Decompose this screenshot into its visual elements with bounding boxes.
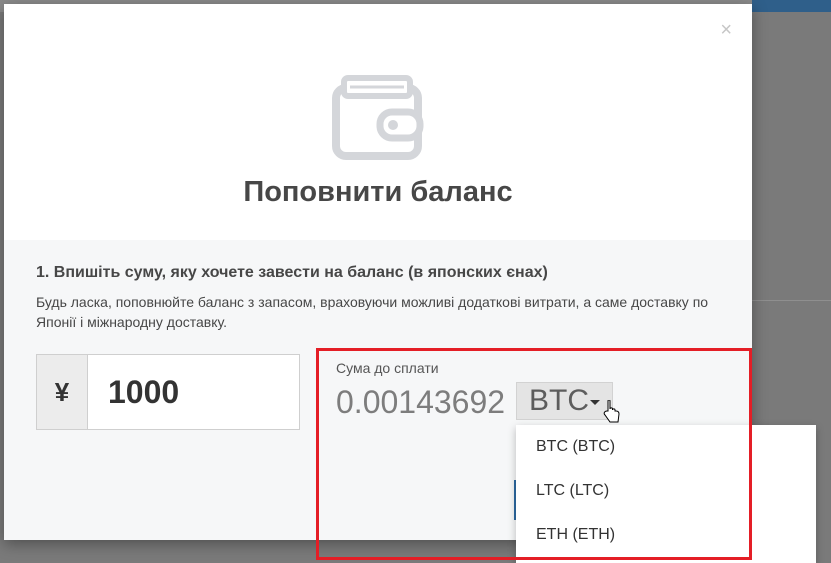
- modal-header: × Поповнити баланс: [4, 4, 752, 240]
- step-heading: 1. Впишіть суму, яку хочете завести на б…: [36, 264, 548, 281]
- hand-cursor-icon: [603, 400, 620, 423]
- amount-input-group: ¥: [36, 354, 300, 430]
- yen-symbol: ¥: [37, 355, 88, 429]
- currency-dropdown: BTC (BTC) LTC (LTC) ETH (ETH): [516, 425, 816, 563]
- close-button[interactable]: ×: [720, 20, 732, 40]
- currency-select[interactable]: BTC: [516, 382, 613, 420]
- payment-amount: 0.00143692: [336, 384, 506, 420]
- currency-option-btc[interactable]: BTC (BTC): [516, 425, 816, 469]
- currency-option-eth[interactable]: ETH (ETH): [516, 513, 816, 557]
- currency-select-value: BTC: [529, 384, 589, 417]
- step-hint: Будь ласка, поповнюйте баланс з запасом,…: [36, 294, 709, 330]
- amount-field[interactable]: [88, 355, 299, 429]
- wallet-icon: [332, 75, 424, 160]
- currency-option-ltc[interactable]: LTC (LTC): [516, 469, 816, 513]
- chevron-down-icon: [590, 400, 600, 405]
- payment-label: Сума до сплати: [336, 360, 439, 376]
- background-divider: [752, 300, 831, 301]
- modal-title: Поповнити баланс: [243, 176, 513, 208]
- background-topbar-accent: [752, 0, 831, 12]
